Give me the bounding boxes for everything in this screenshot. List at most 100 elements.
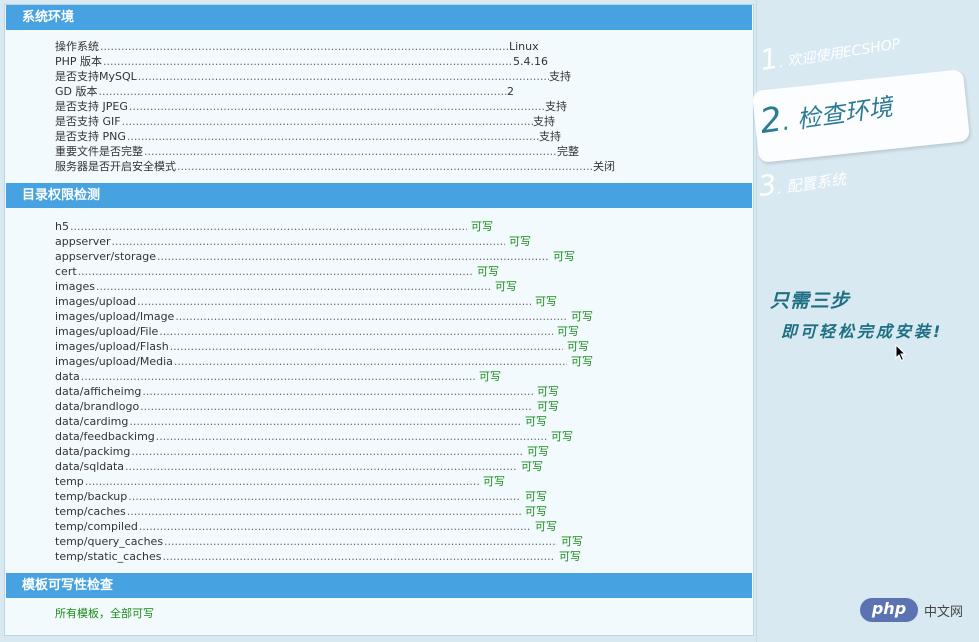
step3-label: . 配置系统 bbox=[775, 170, 848, 198]
env-value: 支持 bbox=[545, 100, 567, 113]
env-label: PHP 版本 bbox=[55, 55, 103, 68]
perm-value: 可写 bbox=[527, 445, 549, 458]
perm-label: data/feedbackimg bbox=[55, 430, 155, 443]
perm-row: h5......................................… bbox=[55, 219, 753, 234]
env-value: 支持 bbox=[539, 130, 561, 143]
env-row: PHP 版本..................................… bbox=[55, 54, 753, 69]
perm-row: temp/query_caches.......................… bbox=[55, 534, 753, 549]
mouse-cursor-icon bbox=[895, 344, 907, 362]
step-welcome: 1. 欢迎使用ECSHOP bbox=[758, 22, 902, 77]
env-label: 是否支持MySQL bbox=[55, 70, 137, 83]
perm-label: temp bbox=[55, 475, 84, 488]
dot-leader: ........................................… bbox=[159, 325, 553, 338]
dot-leader: ........................................… bbox=[157, 250, 549, 263]
perm-value: 可写 bbox=[525, 505, 547, 518]
perm-label: data/brandlogo bbox=[55, 400, 140, 413]
perm-row: data....................................… bbox=[55, 369, 753, 384]
perm-label: temp/backup bbox=[55, 490, 128, 503]
perm-row: cert....................................… bbox=[55, 264, 753, 279]
dot-leader: ........................................… bbox=[143, 145, 557, 158]
perm-row: data/sqldata............................… bbox=[55, 459, 753, 474]
perm-value: 可写 bbox=[559, 550, 581, 563]
perm-label: images/upload/File bbox=[55, 325, 159, 338]
env-value: 支持 bbox=[549, 70, 571, 83]
env-value: 完整 bbox=[557, 145, 579, 158]
perm-value: 可写 bbox=[571, 310, 593, 323]
perm-row: images/upload...........................… bbox=[55, 294, 753, 309]
dot-leader: ........................................… bbox=[84, 475, 479, 488]
perm-row: images/upload/Media.....................… bbox=[55, 354, 753, 369]
dot-leader: ........................................… bbox=[131, 445, 523, 458]
perm-label: appserver bbox=[55, 235, 111, 248]
env-list: 操作系统....................................… bbox=[5, 30, 753, 183]
perm-row: appserver...............................… bbox=[55, 234, 753, 249]
perm-label: temp/caches bbox=[55, 505, 126, 518]
perm-row: images/upload/Flash.....................… bbox=[55, 339, 753, 354]
perm-row: data/cardimg............................… bbox=[55, 414, 753, 429]
dot-leader: ........................................… bbox=[99, 40, 509, 53]
env-label: 是否支持 PNG bbox=[55, 130, 126, 143]
dot-leader: ........................................… bbox=[137, 70, 549, 83]
dot-leader: ........................................… bbox=[111, 235, 505, 248]
step1-label: . 欢迎使用ECSHOP bbox=[777, 36, 902, 72]
perm-value: 可写 bbox=[537, 385, 559, 398]
perm-value: 可写 bbox=[525, 490, 547, 503]
env-value: 关闭 bbox=[593, 160, 615, 173]
perm-label: data/sqldata bbox=[55, 460, 125, 473]
env-label: GD 版本 bbox=[55, 85, 98, 98]
perm-label: data/afficheimg bbox=[55, 385, 142, 398]
perm-row: images/upload/File......................… bbox=[55, 324, 753, 339]
perm-label: appserver/storage bbox=[55, 250, 157, 263]
perm-label: data/cardimg bbox=[55, 415, 129, 428]
step2-number: 2 bbox=[757, 99, 785, 142]
install-steps-sidebar: 1. 欢迎使用ECSHOP 2. 检查环境 3. 配置系统 只需三步 即可轻松完… bbox=[751, 0, 979, 642]
perm-row: temp/caches.............................… bbox=[55, 504, 753, 519]
dot-leader: ........................................… bbox=[77, 265, 473, 278]
env-value: 2 bbox=[507, 85, 514, 98]
dot-leader: ........................................… bbox=[125, 460, 517, 473]
env-label: 是否支持 GIF bbox=[55, 115, 121, 128]
perm-value: 可写 bbox=[521, 460, 543, 473]
perm-value: 可写 bbox=[557, 325, 579, 338]
perm-label: data bbox=[55, 370, 80, 383]
env-label: 操作系统 bbox=[55, 40, 99, 53]
perm-value: 可写 bbox=[535, 295, 557, 308]
env-label: 重要文件是否完整 bbox=[55, 145, 143, 158]
dot-leader: ........................................… bbox=[175, 310, 567, 323]
env-row: 重要文件是否完整................................… bbox=[55, 144, 753, 159]
perm-row: temp/static_caches......................… bbox=[55, 549, 753, 564]
dot-leader: ........................................… bbox=[129, 415, 521, 428]
install-check-panel: 系统环境 操作系统...............................… bbox=[4, 4, 754, 636]
step1-number: 1 bbox=[757, 41, 781, 77]
dot-leader: ........................................… bbox=[128, 490, 521, 503]
dot-leader: ........................................… bbox=[126, 505, 521, 518]
perm-row: data/packimg............................… bbox=[55, 444, 753, 459]
tpl-section-title: 模板可写性检查 bbox=[6, 573, 752, 598]
perm-value: 可写 bbox=[535, 520, 557, 533]
env-section-title: 系统环境 bbox=[6, 5, 752, 30]
dot-leader: ........................................… bbox=[80, 370, 475, 383]
perm-value: 可写 bbox=[553, 250, 575, 263]
perm-label: images/upload/Image bbox=[55, 310, 175, 323]
perm-value: 可写 bbox=[477, 265, 499, 278]
dot-leader: ........................................… bbox=[98, 85, 507, 98]
env-row: 是否支持 PNG................................… bbox=[55, 129, 753, 144]
perm-row: temp....................................… bbox=[55, 474, 753, 489]
perm-value: 可写 bbox=[561, 535, 583, 548]
dot-leader: ........................................… bbox=[138, 520, 531, 533]
dot-leader: ........................................… bbox=[137, 295, 531, 308]
env-row: 是否支持 GIF................................… bbox=[55, 114, 753, 129]
dot-leader: ........................................… bbox=[176, 160, 593, 173]
dot-leader: ........................................… bbox=[128, 100, 545, 113]
perm-label: images bbox=[55, 280, 95, 293]
dot-leader: ........................................… bbox=[121, 115, 533, 128]
watermark-site-text: 中文网 bbox=[924, 605, 964, 620]
env-row: 服务器是否开启安全模式.............................… bbox=[55, 159, 753, 174]
env-row: 操作系统....................................… bbox=[55, 39, 753, 54]
perm-section-title: 目录权限检测 bbox=[6, 183, 752, 208]
env-value: 5.4.16 bbox=[513, 55, 548, 68]
perm-label: temp/query_caches bbox=[55, 535, 164, 548]
tpl-result: 所有模板，全部可写 bbox=[55, 607, 154, 620]
step3-number: 3 bbox=[756, 167, 779, 203]
step-config: 3. 配置系统 bbox=[756, 158, 847, 203]
